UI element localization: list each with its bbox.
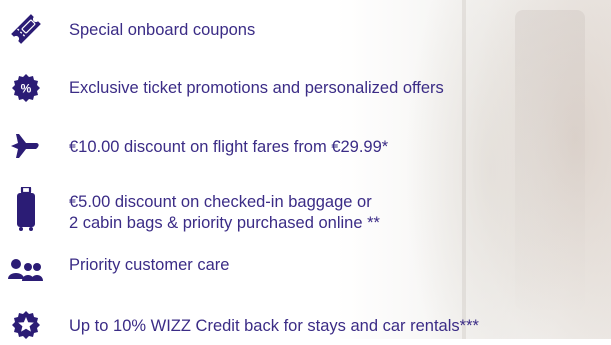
ticket-icon bbox=[6, 9, 46, 49]
svg-text:%: % bbox=[21, 82, 32, 96]
airplane-icon bbox=[5, 126, 45, 166]
percent-badge-icon: % bbox=[6, 68, 46, 108]
star-badge-icon bbox=[6, 305, 46, 345]
benefits-list: Special onboard coupons % Exclusive tick… bbox=[0, 0, 611, 339]
suitcase-icon bbox=[6, 187, 46, 231]
benefit-text-baggage-line1: €5.00 discount on checked-in baggage or bbox=[69, 193, 372, 211]
benefit-text-customer-care: Priority customer care bbox=[69, 256, 230, 274]
benefit-text-flight-discount: €10.00 discount on flight fares from €29… bbox=[69, 138, 389, 156]
benefit-text-wizz-credit: Up to 10% WIZZ Credit back for stays and… bbox=[69, 317, 479, 335]
benefit-text-coupons: Special onboard coupons bbox=[69, 21, 256, 39]
customer-care-icon bbox=[6, 250, 46, 290]
benefit-text-promotions: Exclusive ticket promotions and personal… bbox=[69, 79, 444, 97]
benefit-text-baggage-line2: 2 cabin bags & priority purchased online… bbox=[69, 214, 380, 232]
